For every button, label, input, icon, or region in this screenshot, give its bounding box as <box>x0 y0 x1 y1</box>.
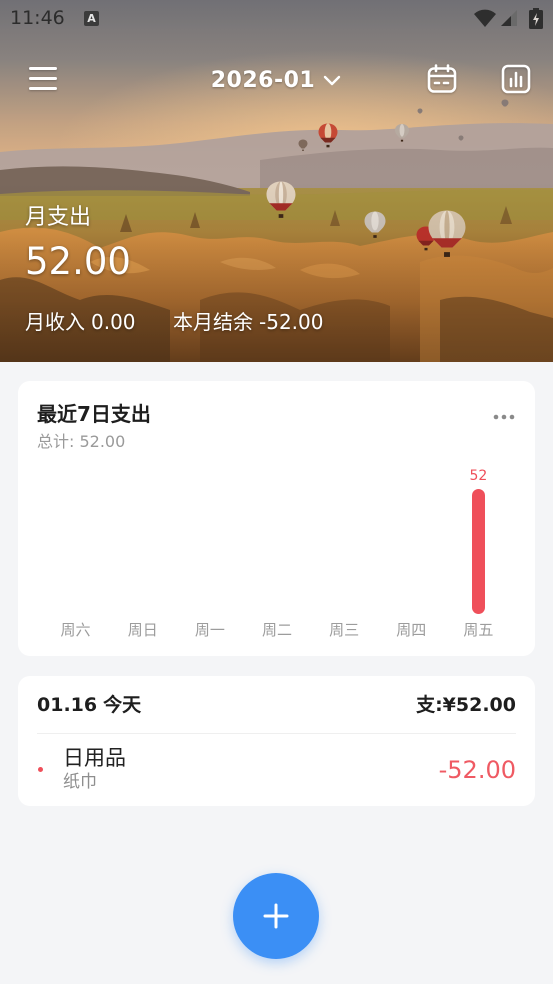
plus-icon <box>263 903 289 929</box>
statistics-button[interactable] <box>496 59 536 99</box>
day-group-header: 01.16 今天 <box>37 693 141 717</box>
chart-x-tick-label: 周二 <box>261 621 292 639</box>
day-expense-amount: ¥52.00 <box>442 694 516 716</box>
chevron-down-icon <box>324 75 341 86</box>
day-relative-label: 今天 <box>103 694 142 716</box>
record-amount: -52.00 <box>438 756 516 784</box>
chart-data-label: 52 <box>469 468 488 484</box>
monthly-balance-label: 本月结余 <box>173 310 253 334</box>
bar-chart-icon <box>501 64 531 94</box>
header-hero: 11:46 A 2026-01 月支出 52.00 月收入 0.00 本月结余 … <box>0 0 553 362</box>
category-dot-icon <box>38 767 43 772</box>
record-category: 日用品 <box>63 746 126 770</box>
calendar-button[interactable] <box>422 59 462 99</box>
weekly-expense-card: 最近7日支出 总计: 52.00 周六 周日 周一 周二 周三 周四 52 周五 <box>18 381 535 656</box>
status-bar: 11:46 A <box>0 0 553 36</box>
day-expense-label: 支: <box>416 694 443 716</box>
monthly-expense-amount: 52.00 <box>25 240 131 283</box>
notification-a-icon: A <box>84 11 99 26</box>
monthly-balance: 本月结余 -52.00 <box>173 309 323 335</box>
month-picker[interactable]: 2026-01 <box>176 63 376 97</box>
record-row[interactable]: 日用品 纸巾 -52.00 <box>18 736 535 804</box>
current-month: 2026-01 <box>210 67 316 93</box>
chart-x-tick-label: 周四 <box>396 621 427 639</box>
add-record-button[interactable] <box>233 873 319 959</box>
monthly-expense-label: 月支出 <box>25 205 92 230</box>
chart-x-tick-label: 周日 <box>127 621 158 639</box>
day-expense-total: 支:¥52.00 <box>416 693 516 717</box>
divider <box>37 733 516 734</box>
monthly-income-label: 月收入 <box>25 310 85 334</box>
chart-x-tick-label: 周五 <box>463 621 494 639</box>
weekly-bar-chart: 周六 周日 周一 周二 周三 周四 52 周五 <box>18 381 535 656</box>
wifi-icon <box>474 9 496 27</box>
chart-bar <box>471 489 485 614</box>
signal-icon <box>501 10 517 26</box>
day-record-group: 01.16 今天 支:¥52.00 日用品 纸巾 -52.00 <box>18 676 535 806</box>
day-date: 01.16 <box>37 694 98 716</box>
monthly-income: 月收入 0.00 <box>25 309 136 335</box>
chart-x-tick-label: 周六 <box>60 621 91 639</box>
monthly-balance-amount: -52.00 <box>259 310 324 334</box>
status-time: 11:46 <box>10 7 65 29</box>
record-note: 纸巾 <box>63 772 97 792</box>
menu-button[interactable] <box>23 59 63 99</box>
battery-charging-icon <box>529 8 543 29</box>
chart-x-tick-label: 周三 <box>329 621 360 639</box>
monthly-income-amount: 0.00 <box>91 310 136 334</box>
chart-x-tick-label: 周一 <box>194 621 225 639</box>
header-background-image <box>0 0 553 362</box>
menu-icon <box>29 67 57 90</box>
calendar-icon <box>427 64 457 93</box>
